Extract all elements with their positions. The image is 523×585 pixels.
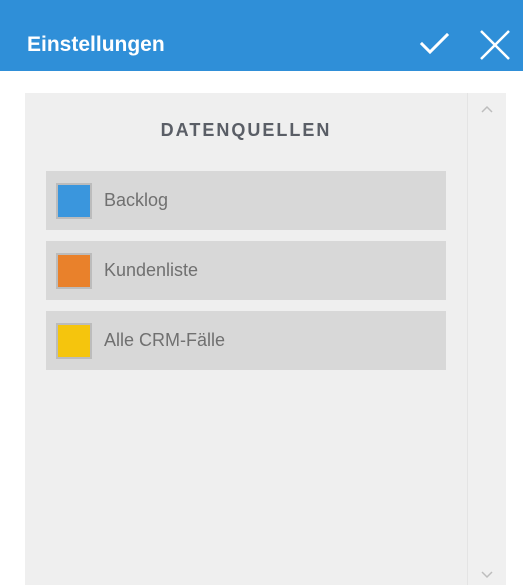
data-sources-heading: DATENQUELLEN bbox=[160, 120, 332, 140]
chevron-down-icon bbox=[481, 571, 493, 579]
data-source-item-kundenliste[interactable]: Kundenliste bbox=[46, 241, 446, 300]
color-swatch[interactable] bbox=[56, 183, 92, 219]
close-button[interactable] bbox=[475, 27, 511, 63]
scroll-down-button[interactable] bbox=[480, 567, 494, 579]
data-source-label: Kundenliste bbox=[104, 260, 199, 280]
data-source-label: Backlog bbox=[104, 190, 169, 210]
data-sources-panel: DATENQUELLEN Backlog Kundenliste Alle CR… bbox=[25, 93, 467, 585]
color-swatch[interactable] bbox=[56, 253, 92, 289]
data-source-item-backlog[interactable]: Backlog bbox=[46, 171, 446, 230]
data-source-label: Alle CRM-Fälle bbox=[104, 330, 226, 350]
color-swatch[interactable] bbox=[56, 323, 92, 359]
close-icon bbox=[480, 30, 510, 60]
scroll-up-button[interactable] bbox=[480, 101, 494, 113]
settings-title: Einstellungen bbox=[27, 33, 165, 56]
chevron-up-icon bbox=[481, 105, 493, 113]
settings-header: Einstellungen bbox=[0, 0, 523, 71]
confirm-button[interactable] bbox=[417, 27, 453, 63]
checkmark-icon bbox=[419, 32, 450, 55]
panel-scrollbar[interactable] bbox=[467, 93, 506, 585]
data-source-item-crm-faelle[interactable]: Alle CRM-Fälle bbox=[46, 311, 446, 370]
